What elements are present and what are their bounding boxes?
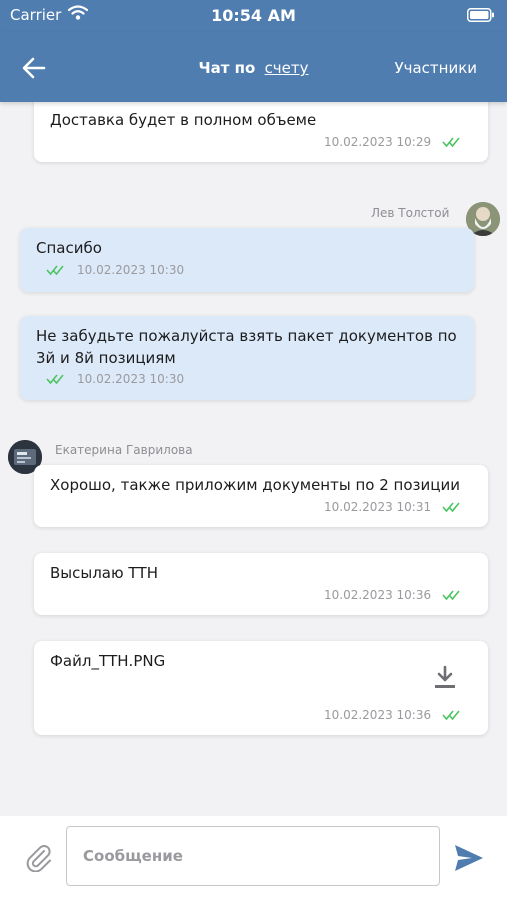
battery-icon	[467, 8, 494, 22]
read-check-icon	[46, 265, 64, 276]
chat-messages[interactable]: Доставка будет в полном объеме 10.02.202…	[0, 102, 507, 816]
message-author: Лев Толстой	[371, 206, 450, 220]
message-time: 10.02.2023 10:36	[324, 708, 432, 722]
message-time: 10.02.2023 10:29	[324, 135, 432, 149]
message-time: 10.02.2023 10:30	[77, 263, 185, 277]
read-check-icon	[442, 710, 460, 721]
read-check-icon	[442, 137, 460, 148]
message-bubble[interactable]: Высылаю ТТН 10.02.2023 10:36	[34, 553, 488, 615]
message-bubble[interactable]: Хорошо, также приложим документы по 2 по…	[34, 465, 488, 527]
message-bubble[interactable]: Не забудьте пожалуйста взять пакет докум…	[20, 316, 474, 400]
message-text: Высылаю ТТН	[50, 564, 159, 582]
status-bar: Carrier 10:54 AM	[0, 0, 507, 32]
clock: 10:54 AM	[211, 6, 296, 25]
file-message-bubble[interactable]: Файл_ТТН.PNG 10.02.2023 10:36	[34, 641, 488, 735]
nav-bar: Чат по счету Участники	[0, 32, 507, 102]
participants-button[interactable]: Участники	[394, 59, 477, 77]
read-check-icon	[442, 590, 460, 601]
send-icon[interactable]	[454, 844, 484, 872]
message-time: 10.02.2023 10:36	[324, 588, 432, 602]
paperclip-icon[interactable]	[24, 842, 52, 872]
message-text: Доставка будет в полном объеме	[50, 111, 317, 129]
read-check-icon	[442, 502, 460, 513]
message-input[interactable]	[66, 826, 440, 886]
message-time: 10.02.2023 10:31	[324, 500, 432, 514]
message-text: Спасибо	[36, 239, 102, 257]
message-author: Екатерина Гаврилова	[55, 443, 193, 457]
file-name: Файл_ТТН.PNG	[50, 652, 166, 670]
message-time: 10.02.2023 10:30	[77, 372, 185, 386]
invoice-link[interactable]: счету	[265, 59, 309, 77]
message-text-line-2: 3й и 8й позициям	[36, 349, 176, 367]
message-bubble[interactable]: Доставка будет в полном объеме 10.02.202…	[34, 102, 488, 162]
title-prefix: Чат по	[198, 59, 256, 77]
download-icon[interactable]	[433, 665, 457, 691]
message-bubble[interactable]: Спасибо 10.02.2023 10:30	[20, 228, 474, 292]
read-check-icon	[46, 374, 64, 385]
message-text: Хорошо, также приложим документы по 2 по…	[50, 476, 460, 494]
message-text-line-1: Не забудьте пожалуйста взять пакет докум…	[36, 327, 457, 345]
